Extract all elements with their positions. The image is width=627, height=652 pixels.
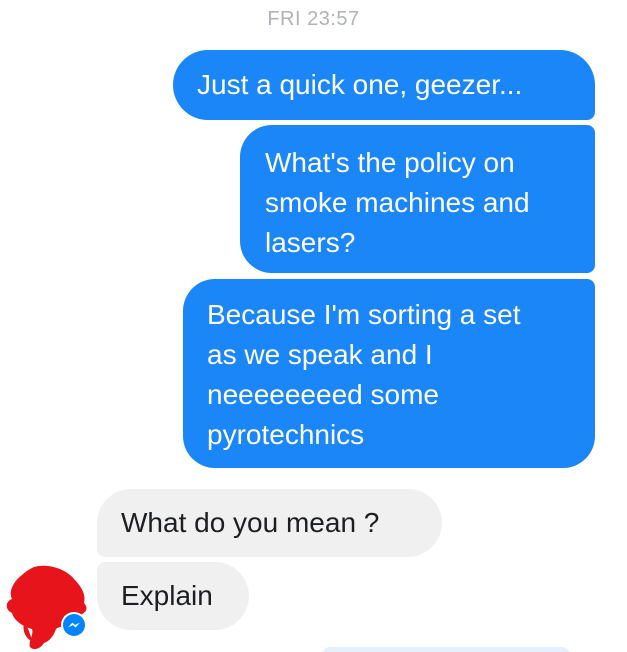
- messenger-badge: [61, 612, 87, 638]
- outgoing-message-bubble[interactable]: Just a quick one, geezer...: [173, 50, 595, 120]
- incoming-message-bubble[interactable]: What do you mean ?: [97, 489, 442, 557]
- redacted-avatar[interactable]: [4, 563, 88, 652]
- chat-thread: FRI 23:57 Just a quick one, geezer... Wh…: [0, 0, 627, 652]
- incoming-message-bubble[interactable]: Explain: [97, 562, 249, 630]
- next-message-bubble-partial: [322, 647, 570, 652]
- outgoing-message-bubble[interactable]: Because I'm sorting a set as we speak an…: [183, 279, 595, 468]
- outgoing-message-bubble[interactable]: What's the policy on smoke machines and …: [240, 125, 595, 273]
- messenger-icon: [63, 614, 85, 636]
- message-timestamp: FRI 23:57: [267, 8, 360, 30]
